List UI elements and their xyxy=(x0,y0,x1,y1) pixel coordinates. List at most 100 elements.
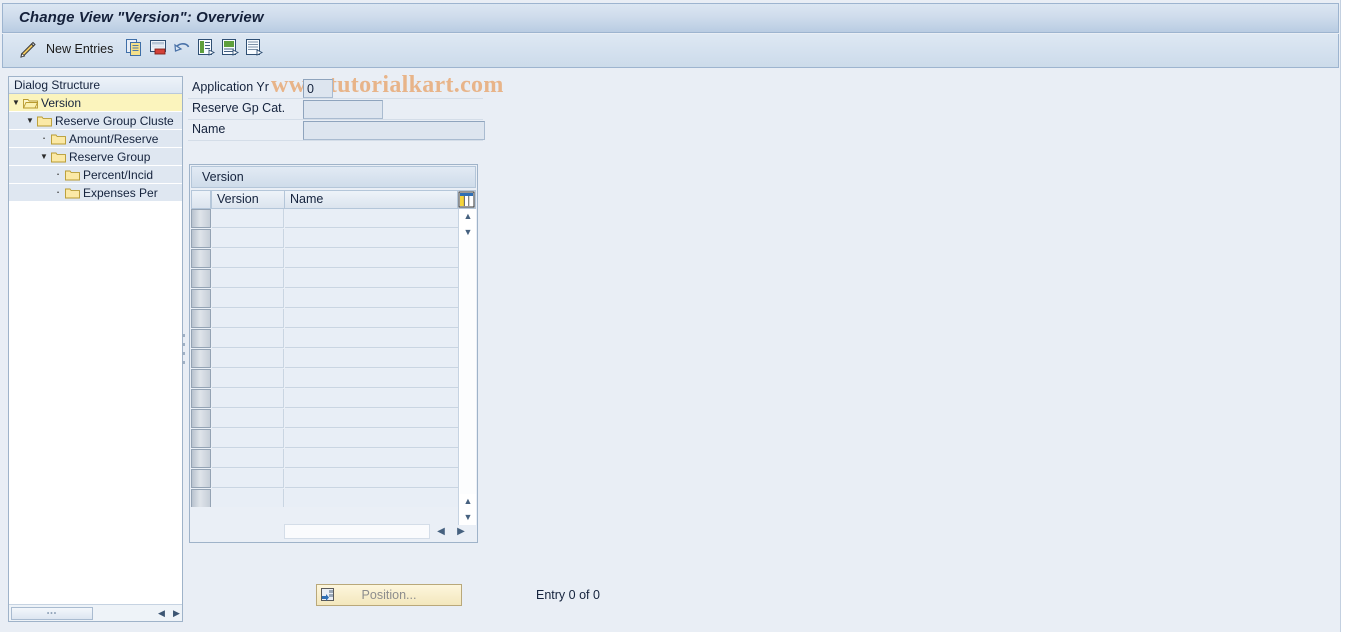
table-row[interactable] xyxy=(191,429,459,449)
row-selector[interactable] xyxy=(191,289,211,308)
input-reserve-gp-cat[interactable] xyxy=(303,100,383,119)
dialog-structure-tree[interactable]: ▼ Version ▼ Reserve Group Cluste · Amount/Res… xyxy=(9,94,182,605)
cell-name[interactable] xyxy=(285,289,459,308)
row-selector[interactable] xyxy=(191,309,211,328)
cell-version[interactable] xyxy=(212,309,284,328)
tree-horizontal-scrollbar[interactable]: ••• ◀ ▶ xyxy=(9,604,182,621)
tree-item-reserve-group[interactable]: ▼ Reserve Group xyxy=(9,148,182,166)
table-vertical-scrollbar[interactable]: ▲ ▼ ▲ ▼ xyxy=(458,209,476,525)
row-selector[interactable] xyxy=(191,249,211,268)
cell-version[interactable] xyxy=(212,449,284,468)
cell-name[interactable] xyxy=(285,329,459,348)
cell-version[interactable] xyxy=(212,469,284,488)
table-row[interactable] xyxy=(191,449,459,469)
pencil-icon[interactable] xyxy=(17,40,38,61)
cell-version[interactable] xyxy=(212,289,284,308)
table-scroll-left-icon[interactable]: ◀ xyxy=(432,524,450,539)
chevron-down-icon[interactable]: ▼ xyxy=(23,112,37,129)
column-header-selector[interactable] xyxy=(191,190,211,209)
table-row[interactable] xyxy=(191,309,459,329)
row-selector[interactable] xyxy=(191,389,211,408)
copy-as-icon[interactable] xyxy=(125,38,144,57)
table-row[interactable] xyxy=(191,269,459,289)
row-selector[interactable] xyxy=(191,449,211,468)
cell-version[interactable] xyxy=(212,349,284,368)
select-all-icon[interactable] xyxy=(197,38,216,57)
scroll-page-up-icon[interactable]: ▲ xyxy=(460,494,476,509)
position-button[interactable]: Position... xyxy=(316,584,462,606)
row-selector[interactable] xyxy=(191,369,211,388)
table-scroll-right-icon[interactable]: ▶ xyxy=(452,524,470,539)
chevron-down-icon[interactable]: ▼ xyxy=(9,94,23,111)
cell-name[interactable] xyxy=(285,209,459,228)
tree-item-version[interactable]: ▼ Version xyxy=(9,94,182,112)
scroll-page-down-icon[interactable]: ▼ xyxy=(460,225,476,240)
input-application-yr[interactable] xyxy=(303,79,333,98)
table-row[interactable] xyxy=(191,489,459,507)
tree-scroll-thumb[interactable]: ••• xyxy=(11,607,93,620)
cell-name[interactable] xyxy=(285,429,459,448)
tree-item-percent-incid[interactable]: · Percent/Incid xyxy=(9,166,182,184)
table-hscroll-track[interactable] xyxy=(284,524,430,539)
column-header-name[interactable]: Name xyxy=(284,190,458,209)
scroll-down-icon[interactable]: ▼ xyxy=(460,510,476,525)
cell-name[interactable] xyxy=(285,489,459,507)
cell-name[interactable] xyxy=(285,229,459,248)
table-row[interactable] xyxy=(191,289,459,309)
tree-item-expenses-per[interactable]: · Expenses Per xyxy=(9,184,182,202)
cell-version[interactable] xyxy=(212,369,284,388)
panel-splitter[interactable] xyxy=(181,76,187,622)
cell-version[interactable] xyxy=(212,229,284,248)
cell-version[interactable] xyxy=(212,389,284,408)
cell-name[interactable] xyxy=(285,269,459,288)
row-selector[interactable] xyxy=(191,269,211,288)
cell-name[interactable] xyxy=(285,249,459,268)
delete-icon[interactable] xyxy=(149,38,168,57)
chevron-down-icon[interactable]: ▼ xyxy=(37,148,51,165)
cell-version[interactable] xyxy=(212,329,284,348)
row-selector[interactable] xyxy=(191,209,211,228)
table-row[interactable] xyxy=(191,329,459,349)
cell-version[interactable] xyxy=(212,249,284,268)
table-row[interactable] xyxy=(191,409,459,429)
cell-version[interactable] xyxy=(212,489,284,507)
new-entries-button[interactable]: New Entries xyxy=(46,42,113,56)
cell-name[interactable] xyxy=(285,369,459,388)
scroll-up-icon[interactable]: ▲ xyxy=(460,209,476,224)
row-selector[interactable] xyxy=(191,429,211,448)
version-table-rows[interactable] xyxy=(191,209,459,507)
cell-name[interactable] xyxy=(285,309,459,328)
table-row[interactable] xyxy=(191,469,459,489)
table-row[interactable] xyxy=(191,249,459,269)
tree-item-reserve-group-cluste[interactable]: ▼ Reserve Group Cluste xyxy=(9,112,182,130)
column-header-version[interactable]: Version xyxy=(211,190,285,209)
cell-version[interactable] xyxy=(212,409,284,428)
row-selector[interactable] xyxy=(191,409,211,428)
select-block-icon[interactable] xyxy=(221,38,240,57)
tree-scroll-left-icon[interactable]: ◀ xyxy=(155,607,168,620)
row-selector[interactable] xyxy=(191,329,211,348)
table-horizontal-scrollbar[interactable]: ◀ ▶ xyxy=(284,524,472,539)
cell-name[interactable] xyxy=(285,449,459,468)
deselect-all-icon[interactable] xyxy=(245,38,264,57)
row-selector[interactable] xyxy=(191,469,211,488)
tree-item-amount-reserve[interactable]: · Amount/Reserve xyxy=(9,130,182,148)
table-row[interactable] xyxy=(191,229,459,249)
table-row[interactable] xyxy=(191,369,459,389)
row-selector[interactable] xyxy=(191,349,211,368)
row-selector[interactable] xyxy=(191,229,211,248)
input-name[interactable] xyxy=(303,121,485,140)
table-settings-icon[interactable] xyxy=(457,190,476,209)
table-row[interactable] xyxy=(191,389,459,409)
cell-name[interactable] xyxy=(285,389,459,408)
row-selector[interactable] xyxy=(191,489,211,507)
cell-version[interactable] xyxy=(212,429,284,448)
cell-name[interactable] xyxy=(285,409,459,428)
cell-version[interactable] xyxy=(212,269,284,288)
cell-name[interactable] xyxy=(285,349,459,368)
vertical-scroll-track[interactable] xyxy=(460,240,476,494)
cell-version[interactable] xyxy=(212,209,284,228)
undo-icon[interactable] xyxy=(173,38,192,57)
table-row[interactable] xyxy=(191,209,459,229)
cell-name[interactable] xyxy=(285,469,459,488)
